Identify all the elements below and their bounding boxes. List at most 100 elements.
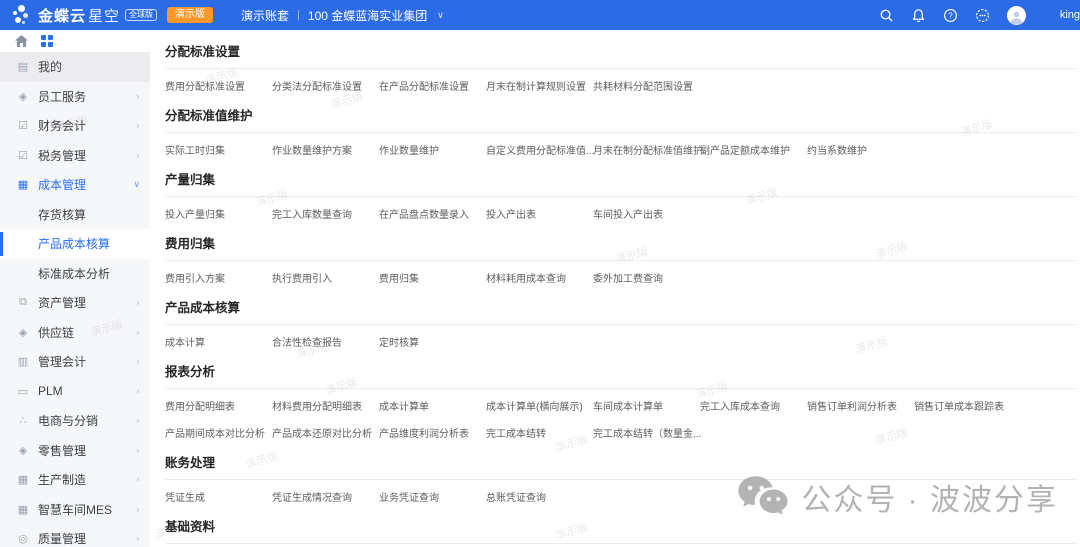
sidebar-item-11[interactable]: ▭ PLM› <box>0 377 150 407</box>
edition-badge: 全球版 <box>125 9 157 21</box>
brand-name: 金蝶云 <box>38 5 86 26</box>
section-title: 基础资料 <box>165 519 1080 535</box>
sidebar-item-10[interactable]: ▥管理会计› <box>0 347 150 377</box>
menu-entry[interactable]: 费用引入方案 <box>165 274 272 286</box>
sidebar-item-label: PLM <box>38 384 136 398</box>
section-menu-grid: 实际工时归集作业数量维护方案作业数量维护自定义费用分配标准值...月末在制分配标… <box>165 133 1080 162</box>
chevron-right-icon: › <box>136 119 140 132</box>
sidebar-item-14[interactable]: ▦生产制造› <box>0 465 150 495</box>
menu-entry[interactable]: 副产品定额成本维护 <box>700 146 807 158</box>
menu-entry[interactable]: 作业数量维护方案 <box>272 146 379 158</box>
sidebar-item-label: 智慧车间MES <box>38 501 136 518</box>
finance-accounting-icon: ☑ <box>16 119 30 132</box>
sidebar-item-16[interactable]: ◎质量管理› <box>0 524 150 547</box>
search-icon[interactable] <box>879 8 894 23</box>
sidebar-item-15[interactable]: ▦智慧车间MES› <box>0 495 150 525</box>
menu-entry[interactable]: 产品维度利润分析表 <box>379 429 486 441</box>
menu-entry[interactable]: 销售订单成本跟踪表 <box>914 402 1021 414</box>
sidebar-item-13[interactable]: ◈零售管理› <box>0 436 150 466</box>
section-menu-grid: 成本计算合法性检查报告定时核算 <box>165 325 1080 354</box>
section-0: 分配标准设置费用分配标准设置分类法分配标准设置在产品分配标准设置月末在制计算规则… <box>165 34 1080 98</box>
menu-entry[interactable]: 执行费用引入 <box>272 274 379 286</box>
help-icon[interactable]: ? <box>943 8 958 23</box>
menu-entry[interactable]: 共耗材料分配范围设置 <box>593 82 700 94</box>
menu-entry[interactable]: 投入产出表 <box>486 210 593 222</box>
section-5: 报表分析费用分配明细表材料费用分配明细表成本计算单成本计算单(横向展示)车间成本… <box>165 354 1080 445</box>
menu-entry[interactable]: 月末在制分配标准值维护 <box>593 146 700 158</box>
sidebar-item-8[interactable]: ⧉资产管理› <box>0 288 150 318</box>
menu-entry[interactable]: 合法性检查报告 <box>272 338 379 350</box>
chevron-down-icon[interactable]: ∨ <box>437 10 444 21</box>
menu-entry[interactable]: 成本计算 <box>165 338 272 350</box>
menu-entry[interactable]: 自定义费用分配标准值... <box>486 146 593 158</box>
sidebar-item-1[interactable]: ◈员工服务› <box>0 82 150 112</box>
menu-entry[interactable]: 分类法分配标准设置 <box>272 82 379 94</box>
menu-entry[interactable]: 成本计算单(横向展示) <box>486 402 593 414</box>
menu-entry[interactable]: 定时核算 <box>379 338 486 350</box>
menu-entry[interactable]: 委外加工费查询 <box>593 274 700 286</box>
tax-management-icon: ☑ <box>16 149 30 162</box>
section-title: 分配标准设置 <box>165 44 1080 60</box>
bell-icon[interactable] <box>911 8 926 23</box>
smart-workshop-mes-icon: ▦ <box>16 503 30 516</box>
header-separator: | <box>297 9 300 21</box>
menu-entry[interactable]: 完工入库数量查询 <box>272 210 379 222</box>
sidebar-subitem-6[interactable]: 产品成本核算 <box>0 229 150 259</box>
org-selector[interactable]: 100 金蝶蓝海实业集团 <box>308 7 427 24</box>
section-menu-grid: 费用分配标准设置分类法分配标准设置在产品分配标准设置月末在制计算规则设置共耗材料… <box>165 69 1080 98</box>
home-icon[interactable] <box>15 35 28 47</box>
menu-entry[interactable]: 业务凭证查询 <box>379 493 486 505</box>
menu-entry[interactable]: 约当系数维护 <box>807 146 914 158</box>
sidebar-item-12[interactable]: ∴电商与分销› <box>0 406 150 436</box>
sidebar-item-0[interactable]: ▤ 我的 <box>0 52 150 82</box>
menu-entry[interactable]: 完工成本结转（数量金... <box>593 429 700 441</box>
sidebar-item-3[interactable]: ☑税务管理› <box>0 141 150 171</box>
section-menu-grid: 投入产量归集完工入库数量查询在产品盘点数量录入投入产出表车间投入产出表 <box>165 197 1080 226</box>
menu-entry[interactable]: 车间投入产出表 <box>593 210 700 222</box>
menu-entry[interactable]: 实际工时归集 <box>165 146 272 158</box>
menu-entry[interactable]: 产品期间成本对比分析 <box>165 429 272 441</box>
menu-entry[interactable]: 材料费用分配明细表 <box>272 402 379 414</box>
menu-entry[interactable]: 车间成本计算单 <box>593 402 700 414</box>
user-name[interactable]: king <box>1043 9 1080 21</box>
menu-entry[interactable]: 费用分配明细表 <box>165 402 272 414</box>
menu-entry[interactable]: 凭证生成情况查询 <box>272 493 379 505</box>
menu-entry[interactable]: 成本计算单 <box>379 402 486 414</box>
apps-grid-icon[interactable] <box>41 35 53 47</box>
assistant-icon[interactable] <box>975 8 990 23</box>
menu-entry[interactable]: 凭证生成 <box>165 493 272 505</box>
sidebar-item-label: 财务会计 <box>38 117 136 134</box>
menu-entry[interactable]: 在产品分配标准设置 <box>379 82 486 94</box>
menu-entry[interactable]: 在产品盘点数量录入 <box>379 210 486 222</box>
my-workbench-icon: ▤ <box>16 60 30 73</box>
sidebar-nav: ▤我的◈员工服务›☑财务会计›☑税务管理›▦成本管理∨存货核算产品成本核算标准成… <box>0 52 150 547</box>
menu-entry[interactable]: 产品成本还原对比分析 <box>272 429 379 441</box>
cost-management-icon: ▦ <box>16 178 30 191</box>
sidebar-subitem-5[interactable]: 存货核算 <box>0 200 150 230</box>
sidebar-item-9[interactable]: ◈供应链› <box>0 318 150 348</box>
menu-entry[interactable]: 完工入库成本查询 <box>700 402 807 414</box>
section-title: 报表分析 <box>165 364 1080 380</box>
menu-entry[interactable]: 费用分配标准设置 <box>165 82 272 94</box>
menu-entry[interactable]: 销售订单利润分析表 <box>807 402 914 414</box>
chevron-right-icon: › <box>136 355 140 368</box>
menu-entry[interactable]: 费用归集 <box>379 274 486 286</box>
menu-entry[interactable]: 月末在制计算规则设置 <box>486 82 593 94</box>
supply-chain-icon: ◈ <box>16 326 30 339</box>
menu-entry[interactable]: 完工成本结转 <box>486 429 593 441</box>
menu-entry[interactable]: 作业数量维护 <box>379 146 486 158</box>
section-4: 产品成本核算成本计算合法性检查报告定时核算 <box>165 290 1080 354</box>
plm-icon: ▭ <box>16 385 30 398</box>
menu-entry[interactable]: 材料耗用成本查询 <box>486 274 593 286</box>
menu-entry[interactable]: 投入产量归集 <box>165 210 272 222</box>
chevron-right-icon: › <box>136 296 140 309</box>
menu-entry[interactable]: 总账凭证查询 <box>486 493 593 505</box>
sidebar-subitem-7[interactable]: 标准成本分析 <box>0 259 150 289</box>
avatar[interactable] <box>1007 6 1026 25</box>
sidebar-item-label: 我的 <box>38 58 140 75</box>
section-title: 产量归集 <box>165 172 1080 188</box>
sidebar-item-2[interactable]: ☑ 财务会计› <box>0 111 150 141</box>
sidebar-item-label: 员工服务 <box>38 88 136 105</box>
chevron-right-icon: › <box>136 385 140 398</box>
sidebar-item-4[interactable]: ▦成本管理∨ <box>0 170 150 200</box>
